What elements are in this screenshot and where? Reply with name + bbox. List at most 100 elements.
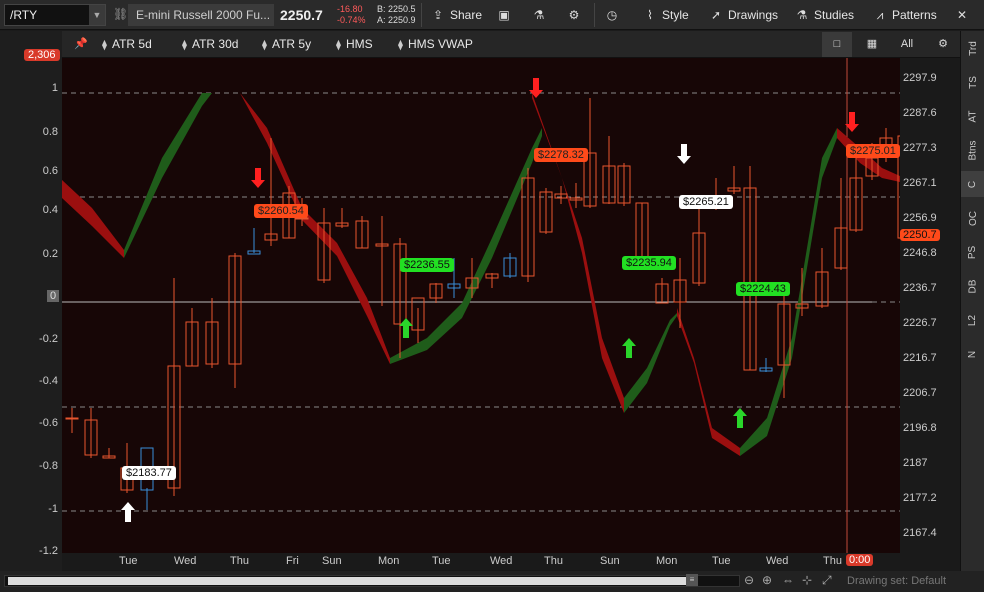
zoom-in-icon[interactable]: ⊕	[762, 573, 772, 587]
symbol-input[interactable]: /RTY ▼	[4, 4, 106, 26]
single-layout-button[interactable]: □	[822, 32, 852, 57]
zoom-out-icon[interactable]: ⊖	[744, 573, 754, 587]
settings-button[interactable]: ⚙	[566, 5, 586, 25]
divider	[594, 3, 595, 27]
study-label: ATR 5d	[111, 37, 152, 51]
drawings-button[interactable]: ➚ Drawings	[708, 5, 778, 25]
pin-icon[interactable]: 📌	[74, 37, 88, 50]
time-axis[interactable]: Tue Wed Thu Fri Sun Mon Tue Wed Thu Sun Mon Tue Wed T…	[62, 553, 960, 571]
expand-icon[interactable]: ⤢	[822, 573, 832, 588]
right-panel-tab-n[interactable]: N	[961, 341, 984, 367]
time-axis-label: Fri	[286, 555, 299, 567]
right-panel-tab-at[interactable]: AT	[961, 103, 984, 129]
right-panel-tab-trd[interactable]: Trd	[961, 35, 984, 61]
price-axis-tick: 2277.3	[903, 142, 937, 154]
top-price-badge: 2,306	[24, 49, 60, 61]
style-button[interactable]: ⌇ Style	[642, 5, 689, 25]
right-panel-tab-l2[interactable]: L2	[961, 307, 984, 333]
top-toolbar: /RTY ▼ ⛓ E-mini Russell 2000 Fu... 2250.…	[0, 0, 984, 30]
price-axis[interactable]: 2297.9 2287.6 2277.3 2267.1 2256.9 2246.8 2236…	[900, 58, 960, 553]
right-panel-tab-ts[interactable]: TS	[961, 69, 984, 95]
time-axis-label: Sun	[600, 555, 620, 567]
right-panel-tab-ps[interactable]: PS	[961, 239, 984, 265]
scroll-handle-icon[interactable]: ≡	[686, 574, 698, 586]
drawing-set-label[interactable]: Drawing set: Default	[847, 575, 946, 587]
patterns-button[interactable]: ⩘ Patterns	[872, 5, 937, 25]
right-panel-tab-label: PS	[967, 245, 979, 259]
price-axis-tick: 2256.9	[903, 212, 937, 224]
chevron-down-icon[interactable]: ▼	[89, 5, 105, 25]
ask-value: A: 2250.9	[377, 15, 416, 25]
left-axis-tick: 0	[47, 290, 59, 302]
study-hms-vwap[interactable]: ⧫ HMS VWAP	[398, 37, 473, 51]
grid-layout-button[interactable]: ▦	[857, 32, 887, 57]
left-axis-tick: 0.8	[42, 126, 58, 138]
clock-icon: ◷	[606, 8, 618, 22]
bid-value: B: 2250.5	[377, 4, 416, 14]
left-axis-tick: -1.2	[39, 545, 58, 557]
current-price-badge: 2250.7	[900, 229, 940, 241]
studies-button[interactable]: ⚗ Studies	[794, 5, 854, 25]
gear-icon: ⚙	[568, 8, 580, 22]
flask-icon: ⚗	[796, 8, 808, 22]
study-atr-5y[interactable]: ⧫ ATR 5y	[262, 37, 311, 51]
cursor-icon: ➚	[710, 8, 722, 22]
snapshot-button[interactable]: ▣	[496, 5, 516, 25]
price-axis-tick: 2246.8	[903, 247, 937, 259]
all-label: All	[900, 38, 914, 50]
left-axis-tick: -1	[48, 503, 58, 515]
square-icon: □	[833, 38, 841, 50]
scrollbar-thumb[interactable]	[8, 577, 698, 585]
time-axis-label: Tue	[432, 555, 451, 567]
patterns-label: Patterns	[892, 8, 937, 22]
time-axis-label: Thu	[823, 555, 842, 567]
share-button[interactable]: ⇪ Share	[430, 5, 482, 25]
chart-settings-button[interactable]: ⚙	[928, 32, 958, 57]
close-icon: ✕	[956, 8, 968, 22]
right-panel-tab-c[interactable]: C	[961, 171, 984, 197]
symbol-text: /RTY	[10, 8, 38, 22]
chart-canvas[interactable]: $2183.77 $2260.54 $2236.55 $2278.32 $2235.94…	[62, 58, 900, 553]
left-axis-tick: 1	[51, 82, 58, 94]
red-ribbon	[677, 308, 740, 456]
price-axis-tick: 2216.7	[903, 352, 937, 364]
left-axis-tick: 0.2	[42, 248, 58, 260]
right-panel-tab-btns[interactable]: Btns	[961, 137, 984, 163]
price-axis-tick: 2236.7	[903, 282, 937, 294]
grid-icon: ▦	[866, 38, 878, 50]
crosshair-icon[interactable]: ⊹	[802, 573, 812, 587]
left-axis: 2,306 1 0.8 0.6 0.4 0.2 0 -0.2 -0.4 -0.6 -0.8 -1 -1…	[0, 31, 62, 571]
price-bubble: $2235.94	[622, 256, 676, 270]
price-axis-tick: 2177.2	[903, 492, 937, 504]
right-panel: Trd TS AT Btns C OC PS DB L2 N	[960, 31, 984, 571]
right-panel-tab-db[interactable]: DB	[961, 273, 984, 299]
net-change: -16.80 -0.74%	[337, 4, 366, 26]
all-button[interactable]: All	[892, 32, 922, 57]
time-axis-label: Mon	[378, 555, 400, 567]
right-panel-tab-oc[interactable]: OC	[961, 205, 984, 231]
arrow-up-icon	[622, 338, 636, 358]
link-icon[interactable]: ⛓	[113, 7, 128, 21]
price-bubble: $2260.54	[254, 204, 308, 218]
pan-icon[interactable]: ⇔	[782, 573, 794, 587]
price-axis-tick: 2167.4	[903, 527, 937, 539]
price-axis-tick: 2287.6	[903, 107, 937, 119]
time-axis-label: Wed	[490, 555, 513, 567]
price-axis-tick: 2196.8	[903, 422, 937, 434]
studies-label: Studies	[814, 8, 855, 22]
study-atr-5d[interactable]: ⧫ ATR 5d	[102, 37, 152, 51]
close-button[interactable]: ✕	[954, 5, 974, 25]
study-label: HMS	[345, 37, 373, 51]
time-frame-button[interactable]: ◷	[604, 5, 624, 25]
right-panel-tab-label: DB	[967, 279, 979, 293]
share-label: Share	[450, 8, 483, 22]
sliders-icon: ⧫	[262, 40, 267, 51]
right-panel-tab-label: AT	[967, 109, 979, 123]
left-axis-tick: 0.4	[42, 204, 58, 216]
lab-button[interactable]: ⚗	[531, 5, 551, 25]
study-hms[interactable]: ⧫ HMS	[336, 37, 373, 51]
time-axis-label: Mon	[656, 555, 678, 567]
last-price: 2250.7	[280, 7, 323, 23]
price-bubble: $2278.32	[534, 148, 588, 162]
study-atr-30d[interactable]: ⧫ ATR 30d	[182, 37, 238, 51]
